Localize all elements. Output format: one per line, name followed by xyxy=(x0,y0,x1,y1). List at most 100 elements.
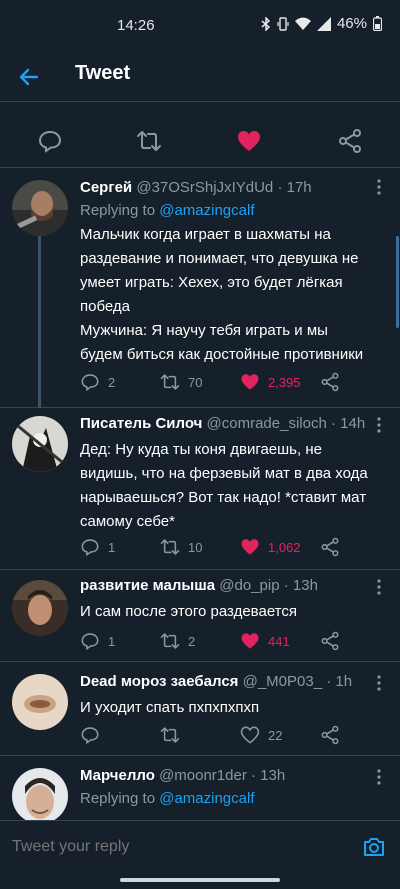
tweet-stats: 1 2 441 xyxy=(80,630,356,652)
status-time: 14:26 xyxy=(117,17,155,34)
more-options-button[interactable] xyxy=(372,674,386,692)
like-count-button[interactable]: 1,062 xyxy=(240,536,301,558)
more-vertical-icon xyxy=(377,675,381,691)
retweet-count-button[interactable] xyxy=(160,724,188,746)
more-vertical-icon xyxy=(377,417,381,433)
avatar[interactable] xyxy=(12,580,68,636)
reply-header: развитие малыша @do_pip · 13h xyxy=(80,576,370,596)
reply-count-button[interactable]: 1 xyxy=(80,630,115,652)
reply-count-button[interactable]: 2 xyxy=(80,371,115,393)
reply-count-button[interactable]: 1 xyxy=(80,536,115,558)
share-button[interactable] xyxy=(337,128,363,154)
replying-to-link[interactable]: @amazingcalf xyxy=(159,202,254,219)
author-name[interactable]: Dead мороз заебался xyxy=(80,673,238,690)
camera-button[interactable] xyxy=(362,835,386,859)
retweet-count: 10 xyxy=(188,539,203,555)
reply-tweet[interactable]: Сергей @37OSrShjJxIYdUd · 17h Replying t… xyxy=(0,168,400,408)
author-handle[interactable]: @_M0P03_ xyxy=(243,673,322,690)
reply-body: развитие малыша @do_pip · 13h И сам посл… xyxy=(80,576,370,624)
reply-icon xyxy=(81,374,99,392)
avatar[interactable] xyxy=(12,674,68,730)
author-handle[interactable]: @do_pip xyxy=(219,577,279,594)
like-icon-filled xyxy=(241,539,259,555)
like-count-button[interactable]: 441 xyxy=(240,630,290,652)
share-tweet-button[interactable] xyxy=(320,630,340,652)
more-options-button[interactable] xyxy=(372,578,386,596)
replying-to: Replying to @amazingcalf xyxy=(80,202,370,219)
like-icon-filled xyxy=(238,131,260,151)
replying-prefix: Replying to xyxy=(80,202,160,219)
retweet-icon xyxy=(160,633,180,649)
tweet-time: · 14h xyxy=(330,415,366,432)
retweet-icon xyxy=(160,539,180,555)
reply-header: Писатель Силоч @comrade_siloch · 14h xyxy=(80,414,370,434)
gesture-navigation-bar[interactable] xyxy=(120,878,280,882)
retweet-button[interactable] xyxy=(136,128,162,154)
more-options-button[interactable] xyxy=(372,416,386,434)
top-app-bar: Tweet xyxy=(0,52,400,102)
retweet-icon xyxy=(160,374,180,390)
share-icon xyxy=(321,372,339,392)
avatar[interactable] xyxy=(12,768,68,820)
like-icon-filled xyxy=(241,374,259,390)
like-count: 22 xyxy=(268,727,283,743)
author-name[interactable]: Марчелло xyxy=(80,767,155,784)
reply-count: 1 xyxy=(108,633,116,649)
back-button[interactable] xyxy=(14,62,44,92)
retweet-count: 2 xyxy=(188,633,196,649)
reply-button[interactable] xyxy=(37,128,63,154)
retweet-count-button[interactable]: 10 xyxy=(160,536,202,558)
share-icon xyxy=(339,129,361,153)
tweet-text: Мальчик когда играет в шахматы на раздев… xyxy=(80,223,370,367)
tweet-time: · 13h xyxy=(283,577,318,594)
reply-tweet[interactable]: Писатель Силоч @comrade_siloch · 14h Дед… xyxy=(0,408,400,570)
status-icons: 46% xyxy=(261,15,382,32)
tweet-paragraph: Дед: Ну куда ты коня двигаешь, не видишь… xyxy=(80,441,368,530)
like-count: 1,062 xyxy=(268,539,301,555)
like-button[interactable] xyxy=(236,128,262,154)
author-handle[interactable]: @comrade_siloch xyxy=(207,415,327,432)
replying-to-link[interactable]: @amazingcalf xyxy=(159,790,254,807)
retweet-count-button[interactable]: 2 xyxy=(160,630,195,652)
share-tweet-button[interactable] xyxy=(320,536,340,558)
vibrate-icon xyxy=(277,16,289,31)
reply-input[interactable] xyxy=(12,838,312,856)
battery-percent: 46% xyxy=(336,15,367,32)
author-handle[interactable]: @moonr1der xyxy=(159,767,247,784)
reply-body: Сергей @37OSrShjJxIYdUd · 17h Replying t… xyxy=(80,178,370,367)
reply-header: Сергей @37OSrShjJxIYdUd · 17h xyxy=(80,178,370,198)
more-options-button[interactable] xyxy=(372,768,386,786)
share-tweet-button[interactable] xyxy=(320,371,340,393)
avatar[interactable] xyxy=(12,416,68,472)
reply-tweet[interactable]: Марчелло @moonr1der · 13h Replying to @a… xyxy=(0,756,400,820)
tweet-action-bar xyxy=(0,116,400,168)
like-icon-filled xyxy=(241,633,259,649)
more-vertical-icon xyxy=(377,769,381,785)
like-count-button[interactable]: 2,395 xyxy=(240,371,301,393)
reply-count-button[interactable] xyxy=(80,724,108,746)
share-icon xyxy=(321,631,339,651)
share-icon xyxy=(321,725,339,745)
author-name[interactable]: Сергей xyxy=(80,179,132,196)
like-icon xyxy=(240,726,260,744)
retweet-icon xyxy=(137,131,161,151)
share-tweet-button[interactable] xyxy=(320,724,340,746)
more-options-button[interactable] xyxy=(372,178,386,196)
reply-body: Dead мороз заебался @_M0P03_ · 1h И уход… xyxy=(80,672,370,720)
wifi-icon xyxy=(294,17,311,30)
thread-line xyxy=(38,234,41,408)
reply-icon xyxy=(81,539,99,557)
tweet-paragraph: Мужчина: Я научу тебя играть и мы будем … xyxy=(80,322,364,363)
author-name[interactable]: Писатель Силоч xyxy=(80,415,202,432)
scrollbar-thumb[interactable] xyxy=(396,236,399,328)
author-handle[interactable]: @37OSrShjJxIYdUd xyxy=(136,179,273,196)
reply-tweet[interactable]: развитие малыша @do_pip · 13h И сам посл… xyxy=(0,570,400,662)
retweet-count-button[interactable]: 70 xyxy=(160,371,202,393)
avatar[interactable] xyxy=(12,180,68,236)
like-count-button[interactable]: 22 xyxy=(240,724,282,746)
replying-prefix: Replying to xyxy=(80,790,160,807)
author-name[interactable]: развитие малыша xyxy=(80,577,215,594)
tweet-text: Дед: Ну куда ты коня двигаешь, не видишь… xyxy=(80,438,370,534)
more-vertical-icon xyxy=(377,579,381,595)
reply-tweet[interactable]: Dead мороз заебался @_M0P03_ · 1h И уход… xyxy=(0,662,400,756)
